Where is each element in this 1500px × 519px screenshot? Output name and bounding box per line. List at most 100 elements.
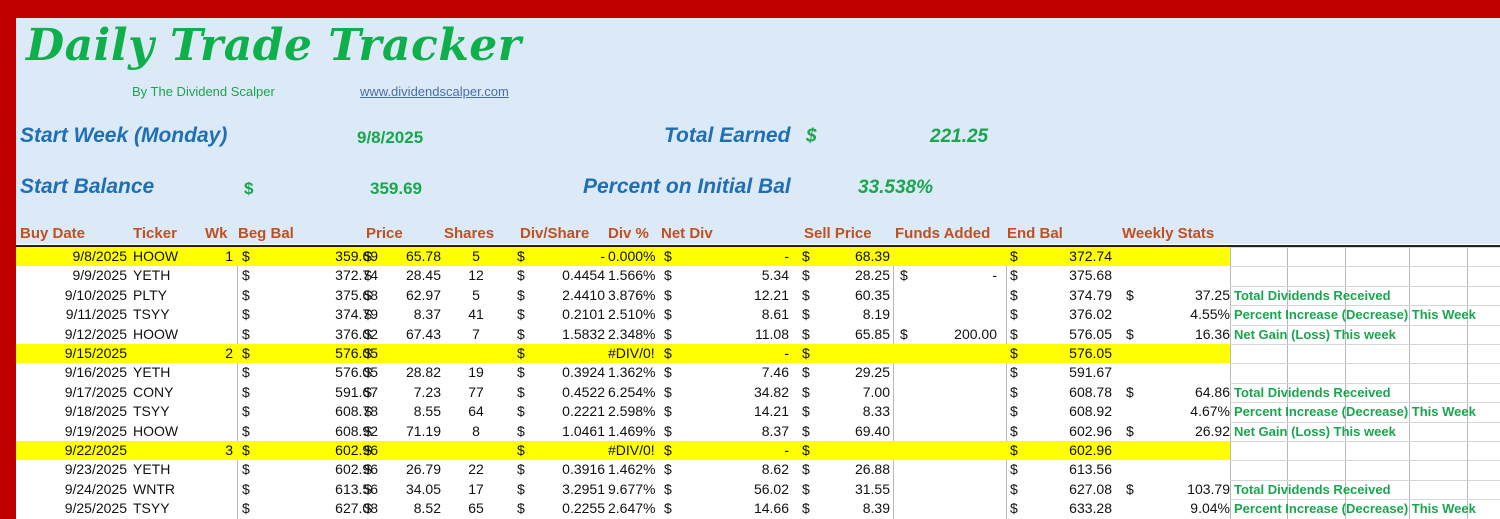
cell-wk[interactable]: 1: [206, 247, 233, 266]
currency-cell[interactable]: $: [664, 286, 684, 305]
cell-ticker[interactable]: TSYY: [133, 499, 203, 518]
cell-funds-cur[interactable]: $: [900, 266, 920, 285]
cell-netdiv[interactable]: -: [684, 441, 789, 460]
cell-ticker[interactable]: TSYY: [133, 402, 203, 421]
cell-shares[interactable]: 5: [446, 247, 506, 266]
currency-cell[interactable]: $: [1010, 480, 1030, 499]
cell-end[interactable]: 374.79: [1030, 286, 1112, 305]
cell-funds[interactable]: [920, 363, 997, 382]
cell-divsh[interactable]: 0.2221: [537, 402, 605, 421]
cell-funds[interactable]: [920, 422, 997, 441]
cell-stat-val[interactable]: 64.86: [1146, 383, 1230, 402]
cell-funds[interactable]: [920, 305, 997, 324]
currency-cell[interactable]: $: [364, 266, 384, 285]
cell-divsh[interactable]: 0.3916: [537, 460, 605, 479]
cell-funds[interactable]: 200.00: [920, 325, 997, 344]
cell-netdiv[interactable]: 56.02: [684, 480, 789, 499]
currency-cell[interactable]: $: [664, 460, 684, 479]
cell-shares[interactable]: 5: [446, 286, 506, 305]
currency-cell[interactable]: $: [364, 441, 384, 460]
currency-cell[interactable]: $: [517, 344, 537, 363]
currency-cell[interactable]: $: [364, 344, 384, 363]
cell-sell[interactable]: 8.39: [822, 499, 890, 518]
cell-funds[interactable]: [920, 460, 997, 479]
cell-ticker[interactable]: CONY: [133, 383, 203, 402]
total-earned-value[interactable]: 221.25: [930, 126, 988, 148]
currency-cell[interactable]: $: [802, 247, 822, 266]
cell-divsh[interactable]: -: [537, 247, 605, 266]
cell-end[interactable]: 576.05: [1030, 325, 1112, 344]
cell-price[interactable]: 8.55: [384, 402, 441, 421]
cell-shares[interactable]: [446, 441, 506, 460]
cell-sell[interactable]: 26.88: [822, 460, 890, 479]
col-header-weekly-stats[interactable]: Weekly Stats: [1122, 225, 1214, 242]
cell-wk[interactable]: [206, 402, 233, 421]
cell-sell[interactable]: 28.25: [822, 266, 890, 285]
currency-cell[interactable]: $: [802, 266, 822, 285]
col-header-sell-price[interactable]: Sell Price: [804, 225, 872, 242]
col-header-net-div[interactable]: Net Div: [661, 225, 713, 242]
cell-funds-cur[interactable]: [900, 499, 920, 518]
cell-funds-cur[interactable]: [900, 480, 920, 499]
cell-beg[interactable]: 359.69: [266, 247, 378, 266]
currency-cell[interactable]: $: [664, 441, 684, 460]
cell-divpct[interactable]: 2.598%: [608, 402, 661, 421]
cell-stat-val[interactable]: 16.36: [1146, 325, 1230, 344]
cell-netdiv[interactable]: 8.61: [684, 305, 789, 324]
currency-cell[interactable]: $: [242, 247, 262, 266]
cell-stat-cur[interactable]: $: [1126, 325, 1146, 344]
currency-cell[interactable]: $: [1010, 363, 1030, 382]
cell-wk[interactable]: [206, 422, 233, 441]
cell-sell[interactable]: 65.85: [822, 325, 890, 344]
cell-end[interactable]: 375.68: [1030, 266, 1112, 285]
cell-funds[interactable]: [920, 499, 997, 518]
cell-wk[interactable]: [206, 305, 233, 324]
cell-end[interactable]: 627.08: [1030, 480, 1112, 499]
col-header-wk[interactable]: Wk: [205, 225, 228, 242]
cell-price[interactable]: 7.23: [384, 383, 441, 402]
currency-cell[interactable]: $: [242, 325, 262, 344]
currency-cell[interactable]: $: [664, 344, 684, 363]
cell-netdiv[interactable]: 8.37: [684, 422, 789, 441]
cell-date[interactable]: 9/18/2025: [16, 402, 127, 421]
cell-beg[interactable]: 576.05: [266, 344, 378, 363]
cell-divsh[interactable]: 0.2255: [537, 499, 605, 518]
cell-stat-val[interactable]: [1146, 266, 1230, 285]
cell-stat-cur[interactable]: $: [1126, 480, 1146, 499]
cell-shares[interactable]: 19: [446, 363, 506, 382]
cell-stat-val[interactable]: [1146, 344, 1230, 363]
cell-shares[interactable]: 7: [446, 325, 506, 344]
currency-cell[interactable]: $: [1010, 402, 1030, 421]
currency-cell[interactable]: $: [802, 305, 822, 324]
currency-cell[interactable]: $: [1010, 499, 1030, 518]
cell-stat-val[interactable]: 9.04%: [1146, 499, 1230, 518]
cell-stat-cur[interactable]: [1126, 344, 1146, 363]
cell-netdiv[interactable]: 14.66: [684, 499, 789, 518]
currency-cell[interactable]: $: [1010, 286, 1030, 305]
col-header-div-pct[interactable]: Div %: [608, 225, 649, 242]
cell-divsh[interactable]: 1.0461: [537, 422, 605, 441]
cell-stat-val[interactable]: 4.55%: [1146, 305, 1230, 324]
cell-wk[interactable]: [206, 480, 233, 499]
cell-funds[interactable]: [920, 247, 997, 266]
cell-beg[interactable]: 608.78: [266, 402, 378, 421]
currency-cell[interactable]: $: [364, 247, 384, 266]
currency-cell[interactable]: $: [802, 480, 822, 499]
cell-wk[interactable]: [206, 499, 233, 518]
cell-price[interactable]: 34.05: [384, 480, 441, 499]
currency-cell[interactable]: $: [802, 344, 822, 363]
cell-divpct[interactable]: 2.348%: [608, 325, 661, 344]
currency-cell[interactable]: $: [664, 499, 684, 518]
website-link[interactable]: www.dividendscalper.com: [360, 84, 509, 99]
cell-date[interactable]: 9/22/2025: [16, 441, 127, 460]
currency-cell[interactable]: $: [664, 402, 684, 421]
cell-end[interactable]: 613.56: [1030, 460, 1112, 479]
cell-ticker[interactable]: WNTR: [133, 480, 203, 499]
currency-cell[interactable]: $: [517, 363, 537, 382]
currency-cell[interactable]: $: [664, 363, 684, 382]
cell-end[interactable]: 608.78: [1030, 383, 1112, 402]
currency-cell[interactable]: $: [664, 305, 684, 324]
col-header-ticker[interactable]: Ticker: [133, 225, 177, 242]
cell-funds-cur[interactable]: [900, 363, 920, 382]
cell-date[interactable]: 9/16/2025: [16, 363, 127, 382]
